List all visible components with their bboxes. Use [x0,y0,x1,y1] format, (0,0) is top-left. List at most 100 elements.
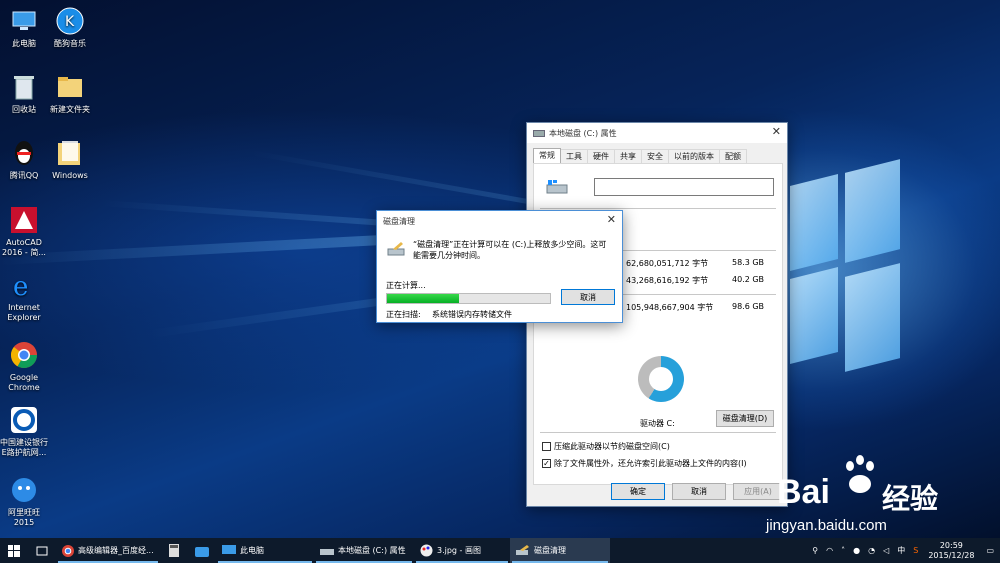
svg-text:e: e [13,272,28,299]
taskbar-app-paint[interactable]: 3.jpg - 画图 [414,538,510,563]
taskbar: 高级编辑器_百度经... 此电脑 本地磁盘 (C:) 属性 3.jpg - 画图… [0,538,1000,563]
cancel-button[interactable]: 取消 [672,483,726,500]
clock-time: 20:59 [939,540,963,550]
ime-indicator[interactable]: 中 [893,545,909,556]
drive-name-input[interactable] [594,178,774,196]
aliwangwang-icon [9,475,39,505]
desktop-icon-ccb[interactable]: 中国建设银行E路护航网... [0,405,48,458]
desktop-icon-autocad[interactable]: AutoCAD 2016 - 简... [0,205,48,258]
taskbar-app-drive-properties[interactable]: 本地磁盘 (C:) 属性 [314,538,414,563]
desktop-icon-new-folder[interactable]: 新建文件夹 [46,72,94,115]
clock[interactable]: 20:59 2015/12/28 [922,541,980,561]
tab-bar: 常规 工具 硬件 共享 安全 以前的版本 配额 [533,148,747,164]
cleanup-message: “磁盘清理”正在计算可以在 (C:)上释放多少空间。这可能需要几分钟时间。 [413,240,607,260]
tab-sharing[interactable]: 共享 [614,149,642,163]
compress-label: 压缩此驱动器以节约磁盘空间(C) [554,442,670,451]
index-drive-option[interactable]: ✓ 除了文件属性外，还允许索引此驱动器上文件的内容(I) [542,458,747,469]
tab-quota[interactable]: 配额 [719,149,747,163]
baidu-watermark: Bai 经验 jingyan.baidu.com [752,455,997,535]
wifi-icon[interactable]: ◔ [864,546,879,555]
desktop-icon-this-pc[interactable]: 此电脑 [0,6,48,49]
taskbar-app-label: 此电脑 [240,546,264,555]
drive-label: 驱动器 C: [640,419,675,428]
folder-icon [55,138,85,168]
sogou-icon[interactable]: S [909,546,922,555]
desktop-icon-recycle-bin[interactable]: 回收站 [0,72,48,115]
kugou-icon: K [55,6,85,36]
cleanup-titlebar[interactable]: 磁盘清理 [377,211,622,231]
cancel-button[interactable]: 取消 [561,289,615,305]
scan-label: 正在扫描: [386,310,421,319]
taskbar-app-label: 3.jpg - 画图 [437,546,481,555]
desktop-icon-label: 此电脑 [12,39,36,48]
desktop-icon-label: Google Chrome [8,373,40,392]
free-bytes: 43,268,616,192 字节 [626,276,709,285]
close-icon[interactable]: ✕ [607,214,616,226]
properties-titlebar[interactable]: 本地磁盘 (C:) 属性 [527,123,787,143]
network-icon[interactable]: ◠ [822,546,837,555]
divider [540,208,776,209]
capacity-bytes: 105,948,667,904 字节 [626,303,714,312]
baidu-brand-text: Bai [777,473,830,511]
taskbar-app-label: 磁盘清理 [534,546,566,555]
desktop-icon-label: 阿里旺旺2015 [8,508,40,527]
taskbar-app-store[interactable] [188,538,216,563]
ccb-icon [9,405,39,435]
taskbar-app-this-pc[interactable]: 此电脑 [216,538,314,563]
taskbar-app-disk-cleanup[interactable]: 磁盘清理 [510,538,610,563]
tab-general[interactable]: 常规 [533,148,561,164]
desktop-icon-qq[interactable]: 腾讯QQ [0,138,48,181]
people-icon[interactable]: ⚲ [808,546,822,555]
tray-app-icon[interactable]: ● [849,546,864,555]
recycle-bin-icon [9,72,39,102]
paint-icon [420,544,433,557]
desktop-icon-aliwangwang[interactable]: 阿里旺旺2015 [0,475,48,528]
desktop-icon-label: Windows [52,171,88,180]
ok-button[interactable]: 确定 [611,483,665,500]
desktop-icon-label: 回收站 [12,105,36,114]
tab-security[interactable]: 安全 [641,149,669,163]
watermark-url: jingyan.baidu.com [766,517,887,534]
close-icon[interactable]: ✕ [772,126,781,138]
chrome-icon [62,544,74,557]
scan-item: 系统错误内存转储文件 [432,310,512,319]
taskbar-app-calculator[interactable] [160,538,188,563]
drive-icon [533,129,545,137]
desktop-icon-kugou[interactable]: K 酷狗音乐 [46,6,94,49]
progress-bar [386,293,551,304]
disk-cleanup-dialog: 磁盘清理 ✕ “磁盘清理”正在计算可以在 (C:)上释放多少空间。这可能需要几分… [376,210,623,323]
tab-previous-versions[interactable]: 以前的版本 [668,149,720,163]
tab-tools[interactable]: 工具 [560,149,588,163]
index-label: 除了文件属性外，还允许索引此驱动器上文件的内容(I) [554,459,747,468]
desktop-icon-label: AutoCAD 2016 - 简... [2,238,46,257]
volume-icon[interactable]: ◁ [879,546,893,555]
desktop-icon-label: 中国建设银行E路护航网... [0,438,48,457]
compress-drive-option[interactable]: 压缩此驱动器以节约磁盘空间(C) [542,441,670,452]
qq-icon [9,138,39,168]
cleanup-icon [516,545,529,555]
compress-checkbox[interactable] [542,442,551,451]
autocad-icon [9,205,39,235]
free-gb: 40.2 GB [732,275,765,284]
taskbar-app-label: 高级编辑器_百度经... [78,546,154,555]
disk-cleanup-button[interactable]: 磁盘清理(D) [716,410,774,427]
show-hidden-icons-icon[interactable]: ˄ [837,546,849,555]
start-button[interactable] [0,538,28,563]
baidu-jingyan-text: 经验 [882,482,939,515]
task-view-button[interactable] [28,538,56,563]
taskbar-app-chrome[interactable]: 高级编辑器_百度经... [56,538,160,563]
notifications-icon[interactable]: ▭ [980,546,1000,555]
used-bytes: 62,680,051,712 字节 [626,259,709,268]
capacity-gb: 98.6 GB [732,302,765,311]
task-view-icon [36,546,48,555]
desktop-icon-ie[interactable]: e Internet Explorer [0,270,48,323]
computer-icon [9,6,39,36]
tab-hardware[interactable]: 硬件 [587,149,615,163]
desktop-icon-label: 酷狗音乐 [54,39,86,48]
desktop-icon-chrome[interactable]: Google Chrome [0,340,48,393]
desktop-icon-windows-folder[interactable]: Windows [46,138,94,181]
ie-icon: e [9,270,39,300]
index-checkbox[interactable]: ✓ [542,459,551,468]
chrome-icon [9,340,39,370]
cleanup-icon [387,241,407,260]
